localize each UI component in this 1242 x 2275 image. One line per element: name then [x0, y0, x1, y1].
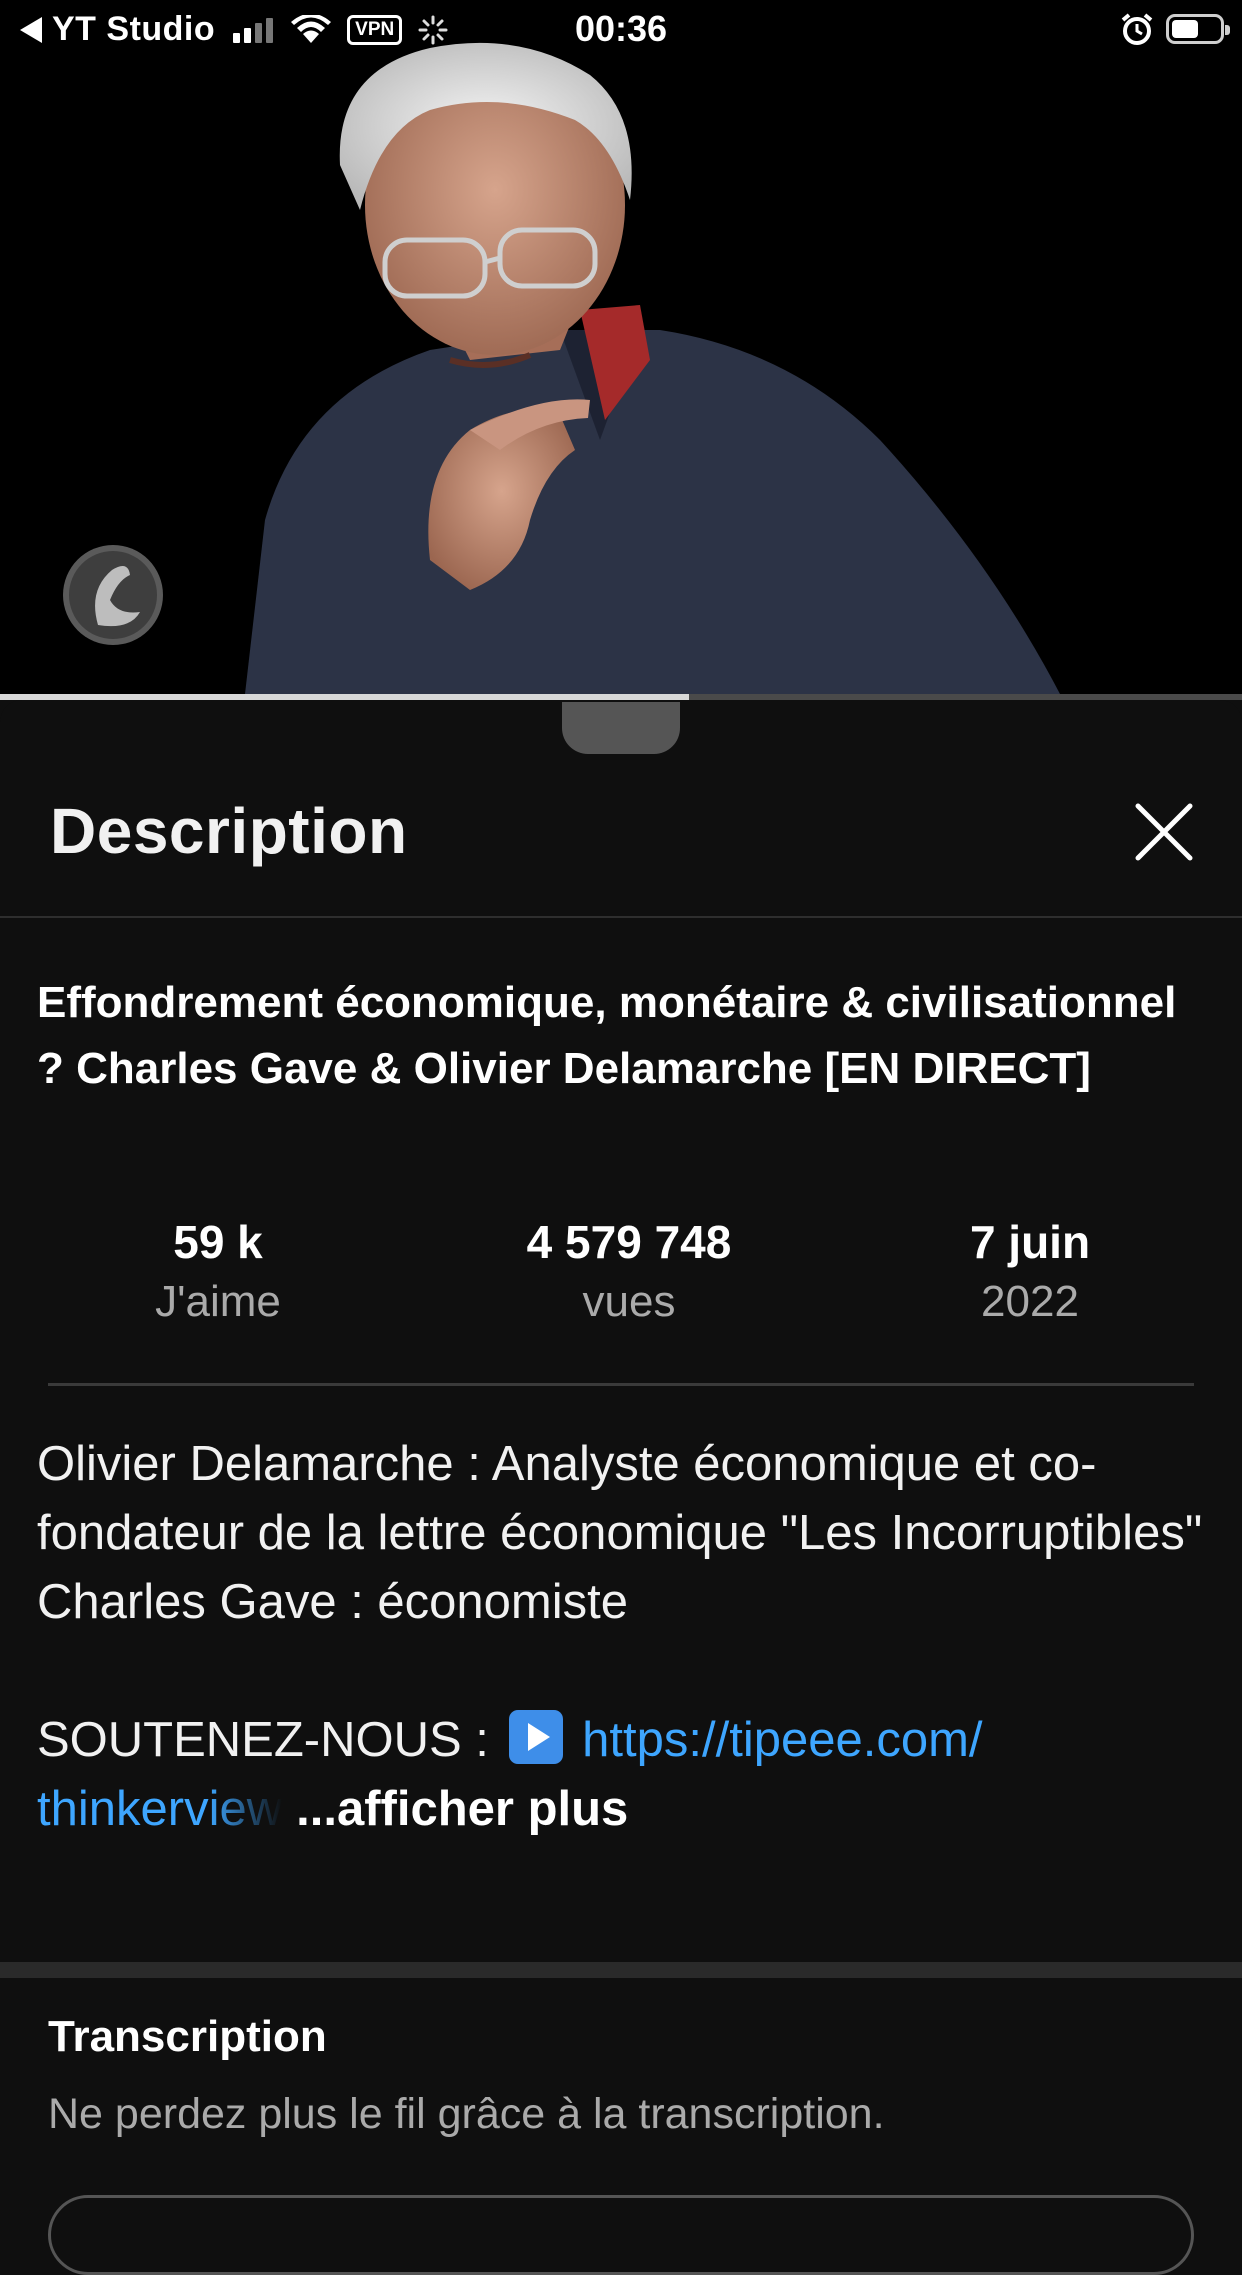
divider — [48, 1383, 1194, 1386]
video-stats: 59 k J'aime 4 579 748 vues 7 juin 2022 — [0, 1212, 1242, 1326]
video-title: Effondrement économique, monétaire & civ… — [37, 978, 1177, 1093]
transcript-subtitle: Ne perdez plus le fil grâce à la transcr… — [48, 2090, 885, 2138]
alarm-icon — [1121, 13, 1153, 45]
publish-day: 7 juin — [969, 1216, 1091, 1268]
show-transcript-button[interactable] — [48, 2195, 1194, 2275]
description-sheet: Description Effondrement économique, mon… — [0, 700, 1242, 2275]
description-text: Olivier Delamarche : Analyste économique… — [37, 1430, 1217, 1844]
sheet-drag-handle[interactable] — [562, 702, 680, 754]
likes-label: J'aime — [155, 1277, 281, 1326]
status-time: 00:36 — [574, 8, 668, 49]
show-more-button[interactable]: ...afficher plus — [296, 1782, 628, 1836]
likes-count: 59 k — [173, 1216, 263, 1268]
close-icon[interactable] — [1126, 794, 1202, 870]
publish-date-stat: 7 juin 2022 — [830, 1212, 1230, 1332]
tipeee-link[interactable]: https://tipeee.com/ — [582, 1713, 982, 1767]
likes-stat: 59 k J'aime — [18, 1212, 418, 1332]
views-count: 4 579 748 — [526, 1216, 732, 1268]
tipeee-link-continued[interactable]: thinkerview — [37, 1782, 282, 1836]
play-button-emoji-icon — [508, 1710, 563, 1764]
views-label: vues — [582, 1277, 676, 1326]
description-line: Charles Gave : économiste — [37, 1575, 628, 1629]
section-separator — [0, 1962, 1242, 1978]
sheet-header: Description — [0, 754, 1242, 918]
support-line: SOUTENEZ-NOUS : https://tipeee.com/ thin… — [37, 1706, 1217, 1844]
battery-icon — [1166, 14, 1230, 44]
transcript-title: Transcription — [48, 2012, 327, 2061]
status-bar: YT Studio VPN 00:36 — [0, 0, 1242, 62]
description-line: Olivier Delamarche : Analyste économique… — [37, 1437, 1203, 1560]
views-stat: 4 579 748 vues — [429, 1212, 829, 1332]
support-label: SOUTENEZ-NOUS : — [37, 1713, 503, 1767]
video-frame — [0, 0, 1242, 694]
video-player[interactable] — [0, 0, 1242, 694]
publish-year: 2022 — [981, 1277, 1079, 1326]
sheet-title: Description — [50, 795, 408, 867]
